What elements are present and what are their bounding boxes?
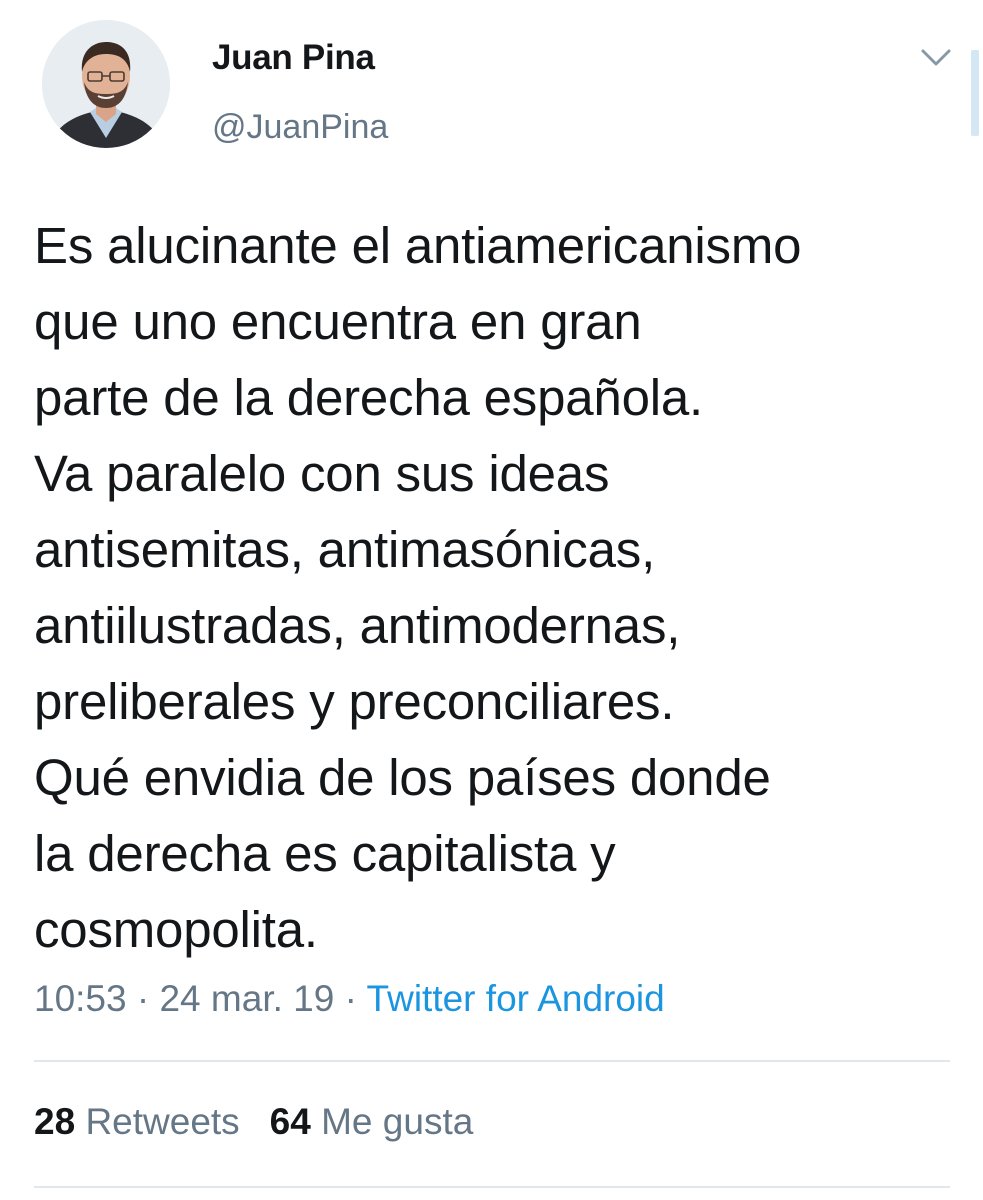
meta-separator: · (126, 978, 160, 1019)
tweet-date[interactable]: 24 mar. 19 (159, 978, 334, 1019)
tweet-source-link[interactable]: Twitter for Android (367, 978, 665, 1019)
tweet-text-line: parte de la derecha española. (34, 369, 704, 426)
tweet-detail: Juan Pina @JuanPina Es alucinante el ant… (0, 0, 983, 1200)
tweet-text: Es alucinante el antiamericanismo que un… (34, 208, 964, 968)
tweet-text-line: Qué envidia de los países donde (34, 749, 771, 806)
tweet-text-line: la derecha es capitalista y (34, 825, 616, 882)
tweet-text-line: que uno encuentra en gran (34, 293, 642, 350)
tweet-text-line: antisemitas, antimasónicas, (34, 521, 656, 578)
tweet-meta: 10:53 · 24 mar. 19 · Twitter for Android (34, 978, 665, 1020)
tweet-text-line: Es alucinante el antiamericanismo (34, 217, 802, 274)
likes-label: Me gusta (321, 1101, 474, 1142)
divider (34, 1186, 950, 1188)
tweet-text-line: Va paralelo con sus ideas (34, 445, 610, 502)
likes-stat[interactable]: 64 Me gusta (270, 1101, 474, 1142)
tweet-text-line: preliberales y preconciliares. (34, 673, 675, 730)
tweet-stats: 28 Retweets 64 Me gusta (34, 1101, 473, 1143)
tweet-text-line: antiilustradas, antimodernas, (34, 597, 681, 654)
likes-count: 64 (269, 1101, 311, 1142)
user-display-name[interactable]: Juan Pina (212, 38, 375, 78)
retweets-stat[interactable]: 28 Retweets (34, 1101, 240, 1142)
avatar-photo (42, 20, 170, 148)
user-handle[interactable]: @JuanPina (212, 108, 388, 147)
chevron-down-icon[interactable] (918, 44, 954, 72)
retweets-count: 28 (34, 1101, 76, 1142)
tweet-text-line: cosmopolita. (34, 901, 318, 958)
meta-separator: · (334, 978, 367, 1019)
avatar[interactable] (42, 20, 170, 148)
scroll-indicator (971, 50, 979, 136)
divider (34, 1060, 950, 1062)
tweet-time[interactable]: 10:53 (34, 978, 127, 1019)
retweets-label: Retweets (85, 1101, 240, 1142)
